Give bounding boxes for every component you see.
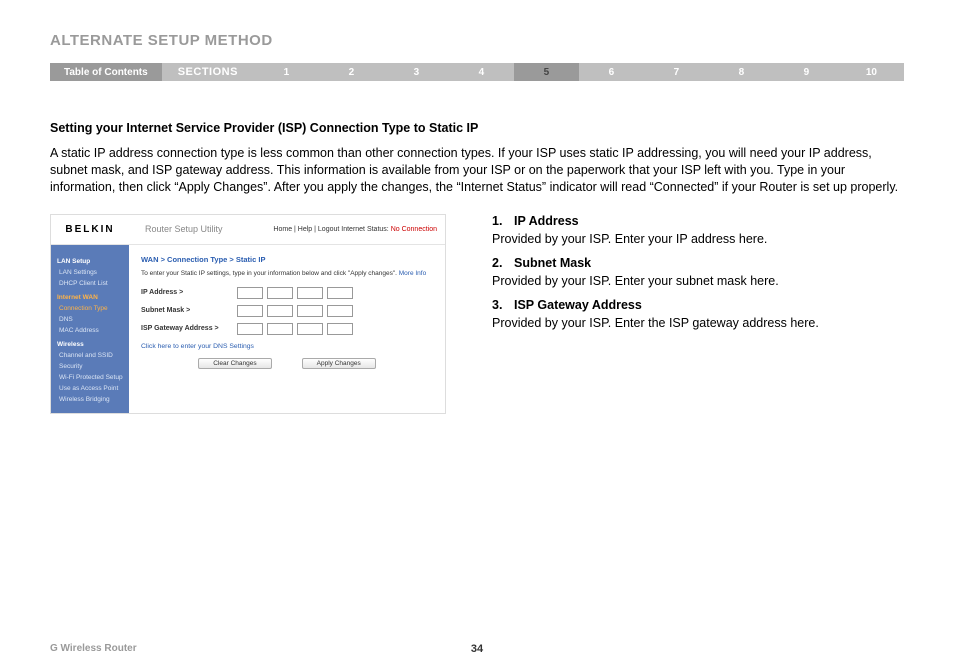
footer-page-number: 34: [471, 643, 483, 655]
def-3-heading: 3.ISP Gateway Address: [492, 298, 904, 312]
mask-octet-2[interactable]: [267, 305, 293, 317]
sidebar: LAN Setup LAN Settings DHCP Client List …: [51, 245, 129, 414]
sidebar-item-security[interactable]: Security: [57, 361, 123, 372]
apply-changes-button[interactable]: Apply Changes: [302, 358, 376, 369]
page-footer: G Wireless Router 34: [50, 643, 904, 654]
section-link-2[interactable]: 2: [319, 63, 384, 81]
section-body: A static IP address connection type is l…: [50, 145, 904, 196]
sidebar-item-connection-type[interactable]: Connection Type: [57, 303, 123, 314]
sidebar-item-dhcp[interactable]: DHCP Client List: [57, 278, 123, 289]
def-2-num: 2.: [492, 256, 514, 270]
def-1-num: 1.: [492, 214, 514, 228]
sidebar-item-wps[interactable]: Wi-Fi Protected Setup: [57, 372, 123, 383]
gw-octet-2[interactable]: [267, 323, 293, 335]
section-link-1[interactable]: 1: [254, 63, 319, 81]
gw-octet-4[interactable]: [327, 323, 353, 335]
section-link-7[interactable]: 7: [644, 63, 709, 81]
gw-octet-3[interactable]: [297, 323, 323, 335]
section-link-9[interactable]: 9: [774, 63, 839, 81]
mask-octet-1[interactable]: [237, 305, 263, 317]
mask-octet-4[interactable]: [327, 305, 353, 317]
section-link-3[interactable]: 3: [384, 63, 449, 81]
toc-link[interactable]: Table of Contents: [50, 63, 162, 81]
mask-octet-3[interactable]: [297, 305, 323, 317]
sidebar-item-channel-ssid[interactable]: Channel and SSID: [57, 350, 123, 361]
gw-octet-1[interactable]: [237, 323, 263, 335]
sidebar-item-mac[interactable]: MAC Address: [57, 325, 123, 336]
section-numbers: 1 2 3 4 5 6 7 8 9 10: [254, 63, 904, 81]
footer-product: G Wireless Router: [50, 643, 137, 654]
def-2-heading: 2.Subnet Mask: [492, 256, 904, 270]
def-2-title: Subnet Mask: [514, 256, 591, 270]
sections-label: SECTIONS: [162, 63, 254, 81]
clear-changes-button[interactable]: Clear Changes: [198, 358, 271, 369]
subnet-mask-label: Subnet Mask >: [141, 307, 237, 314]
more-info-link[interactable]: More Info: [399, 270, 426, 277]
def-1-title: IP Address: [514, 214, 579, 228]
sidebar-item-lan-settings[interactable]: LAN Settings: [57, 267, 123, 278]
section-link-10[interactable]: 10: [839, 63, 904, 81]
definitions-column: 1.IP Address Provided by your ISP. Enter…: [492, 214, 904, 340]
def-1-heading: 1.IP Address: [492, 214, 904, 228]
ip-octet-1[interactable]: [237, 287, 263, 299]
breadcrumb: WAN > Connection Type > Static IP: [141, 255, 433, 264]
instructions: To enter your Static IP settings, type i…: [141, 270, 433, 277]
def-2-text: Provided by your ISP. Enter your subnet …: [492, 274, 904, 288]
gateway-label: ISP Gateway Address >: [141, 325, 237, 332]
ip-octet-3[interactable]: [297, 287, 323, 299]
section-link-5[interactable]: 5: [514, 63, 579, 81]
router-ui-screenshot: BELKIN Router Setup Utility Home | Help …: [50, 214, 446, 415]
ip-octet-2[interactable]: [267, 287, 293, 299]
instructions-text: To enter your Static IP settings, type i…: [141, 270, 399, 277]
def-1-text: Provided by your ISP. Enter your IP addr…: [492, 232, 904, 246]
top-links: Home | Help | Logout Internet Status: No…: [273, 226, 445, 233]
def-3-title: ISP Gateway Address: [514, 298, 642, 312]
section-link-4[interactable]: 4: [449, 63, 514, 81]
nav-bar: Table of Contents SECTIONS 1 2 3 4 5 6 7…: [50, 63, 904, 81]
sidebar-item-bridging[interactable]: Wireless Bridging: [57, 394, 123, 405]
section-link-8[interactable]: 8: [709, 63, 774, 81]
ip-octet-4[interactable]: [327, 287, 353, 299]
dns-link[interactable]: Click here to enter your DNS Settings: [141, 343, 433, 350]
def-3-num: 3.: [492, 298, 514, 312]
page-title: ALTERNATE SETUP METHOD: [50, 32, 904, 49]
utility-title: Router Setup Utility: [129, 224, 273, 234]
ip-address-label: IP Address >: [141, 289, 237, 296]
sidebar-cat-wireless: Wireless: [57, 339, 123, 350]
sidebar-item-ap[interactable]: Use as Access Point: [57, 383, 123, 394]
belkin-logo: BELKIN: [51, 224, 129, 235]
sidebar-cat-lan: LAN Setup: [57, 256, 123, 267]
top-links-text[interactable]: Home | Help | Logout Internet Status:: [273, 226, 390, 233]
sidebar-cat-wan: Internet WAN: [57, 292, 123, 303]
section-link-6[interactable]: 6: [579, 63, 644, 81]
section-heading: Setting your Internet Service Provider (…: [50, 121, 904, 135]
def-3-text: Provided by your ISP. Enter the ISP gate…: [492, 316, 904, 330]
sidebar-item-dns[interactable]: DNS: [57, 314, 123, 325]
internet-status: No Connection: [391, 226, 437, 233]
router-main-panel: WAN > Connection Type > Static IP To ent…: [129, 245, 445, 414]
